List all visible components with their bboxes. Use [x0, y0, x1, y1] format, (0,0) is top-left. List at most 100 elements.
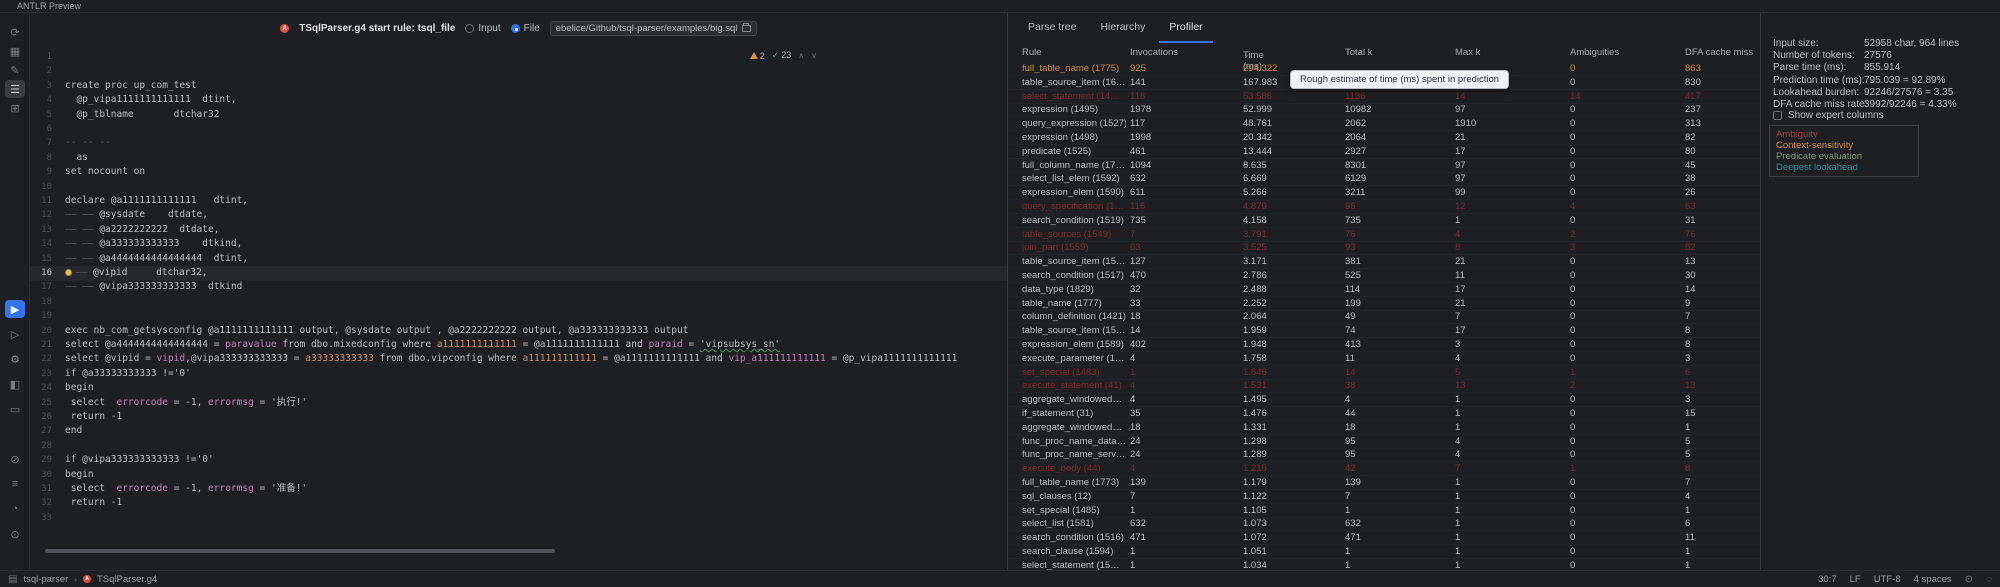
- cell-time: 1.531: [1243, 380, 1267, 391]
- table-row[interactable]: column_definition (1421)182.06449707: [1008, 310, 1760, 324]
- cell-amb: 2: [1570, 380, 1575, 391]
- table-row[interactable]: expression_elem (1590)6115.266321199026: [1008, 186, 1760, 200]
- breadcrumb-project[interactable]: tsql-parser: [23, 574, 68, 585]
- line-number: 17: [30, 280, 52, 295]
- legend-item: Deepest lookahead: [1776, 162, 1912, 173]
- table-row[interactable]: execute_parameter (1…41.75811403: [1008, 352, 1760, 366]
- breadcrumb-file[interactable]: TSqlParser.g4: [97, 574, 157, 585]
- table-row[interactable]: table_source_item (15…141.959741708: [1008, 324, 1760, 338]
- table-row[interactable]: query_expression (1527)11748.76120621910…: [1008, 117, 1760, 131]
- table-row[interactable]: full_table_name (1773)1391.179139107: [1008, 476, 1760, 490]
- col-dfa-cache-miss[interactable]: DFA cache miss: [1685, 47, 1753, 58]
- history-icon[interactable]: ◔: [5, 500, 25, 518]
- line-ending[interactable]: LF: [1850, 574, 1861, 585]
- code-line: 3create proc up_com_test: [30, 79, 1007, 94]
- next-issue-chevron-icon[interactable]: ∨: [811, 51, 817, 60]
- col-ambiguities[interactable]: Ambiguities: [1570, 47, 1619, 58]
- prev-issue-chevron-icon[interactable]: ∧: [798, 51, 804, 60]
- intention-bulb-icon[interactable]: [65, 269, 72, 276]
- cell-time: 1.959: [1243, 325, 1267, 336]
- table-row[interactable]: set_special (1483)11.64614516: [1008, 366, 1760, 380]
- antlr-preview-icon[interactable]: ▶: [5, 300, 25, 318]
- split-icon[interactable]: ⊞: [5, 99, 25, 117]
- file-radio[interactable]: File: [511, 23, 540, 34]
- notifications-icon[interactable]: ◌: [1986, 574, 1992, 585]
- refresh-icon[interactable]: ⟳: [5, 23, 25, 41]
- indent-size[interactable]: 4 spaces: [1914, 574, 1952, 585]
- inspections-widget[interactable]: 2 ✓23 ∧ ∨: [750, 50, 817, 61]
- code-line: 1: [30, 50, 1007, 65]
- table-row[interactable]: select_statement (15…11.0341101: [1008, 559, 1760, 570]
- activity-bar: ⟳▦✎☰⊞ ▶ ▷ ⚙ ◧ ▭ ⊘ ≡ ◔ ⊙: [0, 13, 30, 570]
- table-row[interactable]: join_part (1559)633.525938382: [1008, 241, 1760, 255]
- table-row[interactable]: select_statement (14…11853.5861136141441…: [1008, 90, 1760, 104]
- table-row[interactable]: aggregate_windowed…181.33118101: [1008, 421, 1760, 435]
- table-row[interactable]: search_clause (1594)11.0511101: [1008, 545, 1760, 559]
- edit-icon[interactable]: ✎: [5, 61, 25, 79]
- cell-time: 1.122: [1243, 491, 1267, 502]
- stop-icon[interactable]: ▦: [5, 42, 25, 60]
- table-row[interactable]: set_special (1485)11.1051101: [1008, 504, 1760, 518]
- table-row[interactable]: query_specification (1…1164.8799612463: [1008, 200, 1760, 214]
- cell-dfa: 15: [1685, 408, 1696, 419]
- table-row[interactable]: select_list (1581)6321.073632106: [1008, 517, 1760, 531]
- table-row[interactable]: sql_clauses (12)71.1227104: [1008, 490, 1760, 504]
- table-row[interactable]: expression (1495)197852.99910982970237: [1008, 103, 1760, 117]
- table-row[interactable]: full_column_name (17…10948.635830197045: [1008, 159, 1760, 173]
- tab-profiler[interactable]: Profiler: [1159, 15, 1212, 43]
- table-row[interactable]: execute_statement (41)41.5313813213: [1008, 379, 1760, 393]
- table-row[interactable]: table_sources (1549)73.791764276: [1008, 228, 1760, 242]
- horizontal-scrollbar[interactable]: [45, 549, 555, 553]
- col-max-k[interactable]: Max k: [1455, 47, 1480, 58]
- table-row[interactable]: if_statement (31)351.476441015: [1008, 407, 1760, 421]
- col-rule[interactable]: Rule: [1022, 47, 1042, 58]
- lock-icon[interactable]: ⊙: [1965, 574, 1973, 585]
- cell-total: 3211: [1345, 187, 1365, 198]
- show-expert-columns[interactable]: Show expert columns: [1773, 110, 1884, 121]
- chevron-right-icon: ›: [74, 575, 77, 584]
- tab-parse-tree[interactable]: Parse tree: [1018, 15, 1086, 43]
- cell-time: 1.948: [1243, 339, 1267, 350]
- problems-icon[interactable]: ⊘: [5, 450, 25, 468]
- table-row[interactable]: func_proc_name_data…241.29895405: [1008, 435, 1760, 449]
- cell-dfa: 6: [1685, 518, 1690, 529]
- table-row[interactable]: select_list_elem (1592)6326.669612997038: [1008, 172, 1760, 186]
- caret-position[interactable]: 30:7: [1818, 574, 1837, 585]
- input-radio[interactable]: Input: [465, 23, 500, 34]
- folder-icon[interactable]: [742, 25, 751, 32]
- layers-icon[interactable]: ◧: [5, 375, 25, 393]
- table-row[interactable]: search_condition (1517)4702.78652511030: [1008, 269, 1760, 283]
- table-row[interactable]: search_condition (1519)7354.1587351031: [1008, 214, 1760, 228]
- code-text: -- -- --: [65, 136, 111, 151]
- structure-icon[interactable]: ☰: [5, 80, 25, 98]
- col-total-k[interactable]: Total k: [1345, 47, 1372, 58]
- file-path-input[interactable]: ebelice/Github/tsql-parser/examples/big.…: [550, 21, 757, 36]
- cell-dfa: 14: [1685, 284, 1696, 295]
- services-icon[interactable]: ⊙: [5, 525, 25, 543]
- table-row[interactable]: func_proc_name_serv…241.28995405: [1008, 448, 1760, 462]
- cell-time: 3.525: [1243, 242, 1267, 253]
- card-icon[interactable]: ▭: [5, 400, 25, 418]
- table-row[interactable]: table_source_item (15…1273.17138121013: [1008, 255, 1760, 269]
- terminal-icon[interactable]: ≡: [5, 475, 25, 493]
- encoding[interactable]: UTF-8: [1874, 574, 1901, 585]
- code-text: begin: [65, 381, 94, 396]
- cell-rule: table_sources (1549): [1022, 229, 1111, 240]
- table-row[interactable]: expression_elem (1589)4021.948413308: [1008, 338, 1760, 352]
- table-row[interactable]: data_type (1829)322.48811417014: [1008, 283, 1760, 297]
- table-row[interactable]: aggregate_windowed…41.4954103: [1008, 393, 1760, 407]
- table-row[interactable]: expression (1498)199820.342206421082: [1008, 131, 1760, 145]
- table-row[interactable]: table_name (1777)332.2521992109: [1008, 297, 1760, 311]
- checkbox-icon[interactable]: [1773, 111, 1782, 120]
- code-editor[interactable]: 123create proc up_com_test4 @p_vipa11111…: [30, 44, 1007, 570]
- table-row[interactable]: predicate (1525)46113.444292717080: [1008, 145, 1760, 159]
- table-row[interactable]: search_condition (1516)4711.0724711011: [1008, 531, 1760, 545]
- settings-icon[interactable]: ⚙: [5, 350, 25, 368]
- run-icon[interactable]: ▷: [5, 325, 25, 343]
- cell-inv: 18: [1130, 311, 1141, 322]
- tab-hierarchy[interactable]: Hierarchy: [1090, 15, 1155, 43]
- col-invocations[interactable]: Invocations: [1130, 47, 1178, 58]
- legend-item: Ambiguity: [1776, 129, 1912, 140]
- line-number: 14: [30, 237, 52, 252]
- table-row[interactable]: execute_body (44)41.21542718: [1008, 462, 1760, 476]
